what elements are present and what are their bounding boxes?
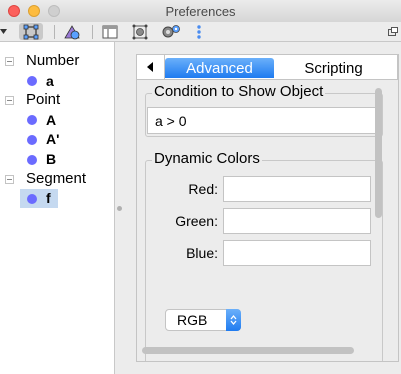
horizontal-scrollbar[interactable]	[142, 347, 354, 354]
tree-item-A[interactable]: A	[46, 112, 56, 128]
green-label: Green:	[175, 213, 218, 229]
condition-input[interactable]: a > 0	[147, 107, 381, 134]
collapse-number-icon[interactable]	[5, 57, 14, 66]
tree-item-f[interactable]: f	[46, 190, 51, 206]
red-label: Red:	[188, 181, 218, 197]
tree-item-A-prime[interactable]: A'	[46, 131, 59, 147]
color-space-select[interactable]: RGB	[165, 309, 241, 331]
blue-input[interactable]	[223, 240, 371, 266]
tree-category-segment[interactable]: Segment	[26, 170, 86, 187]
tree-item-a[interactable]: a	[46, 73, 54, 89]
red-input[interactable]	[223, 176, 371, 202]
defaults-icon[interactable]	[130, 23, 150, 40]
collapse-point-icon[interactable]	[5, 96, 14, 105]
layout-icon[interactable]	[100, 23, 120, 40]
tab-scripting[interactable]: Scripting	[277, 58, 390, 78]
object-color-dot-icon	[27, 194, 37, 204]
window-title: Preferences	[165, 4, 236, 19]
tab-scroll-left-icon[interactable]	[141, 58, 159, 76]
object-color-dot-icon	[27, 115, 37, 125]
green-input[interactable]	[223, 208, 371, 234]
title-bar: Preferences	[0, 0, 401, 23]
splitter-handle[interactable]	[117, 206, 122, 211]
dropdown-arrow-icon[interactable]	[0, 23, 8, 40]
vertical-scrollbar[interactable]	[375, 88, 382, 218]
graphics-icon[interactable]	[62, 23, 82, 40]
select-arrows-icon	[226, 309, 241, 331]
tree-category-number[interactable]: Number	[26, 52, 79, 69]
object-tree: Number a Point A A' B Segment f	[0, 42, 115, 374]
selected-row-highlight	[20, 189, 58, 208]
properties-panel: Advanced Scripting Condition to Show Obj…	[126, 42, 401, 374]
object-color-dot-icon	[27, 76, 37, 86]
tree-item-B[interactable]: B	[46, 151, 56, 167]
color-space-value: RGB	[177, 312, 208, 328]
tab-advanced[interactable]: Advanced	[165, 58, 274, 78]
object-properties-icon[interactable]	[19, 23, 43, 40]
tree-category-point[interactable]: Point	[26, 91, 60, 108]
dynamic-colors-title: Dynamic Colors	[152, 150, 262, 167]
toolbar	[0, 22, 401, 42]
blue-label: Blue:	[186, 245, 218, 261]
object-color-dot-icon	[27, 155, 37, 165]
more-options-icon[interactable]	[192, 23, 206, 40]
condition-title: Condition to Show Object	[152, 83, 326, 100]
advanced-settings-icon[interactable]	[160, 23, 182, 40]
object-color-dot-icon	[27, 135, 37, 145]
tab-bar: Advanced Scripting	[136, 54, 399, 79]
advanced-tab-content: Condition to Show Object a > 0 Dynamic C…	[136, 79, 399, 362]
window-options-icon[interactable]	[387, 23, 399, 40]
collapse-segment-icon[interactable]	[5, 175, 14, 184]
